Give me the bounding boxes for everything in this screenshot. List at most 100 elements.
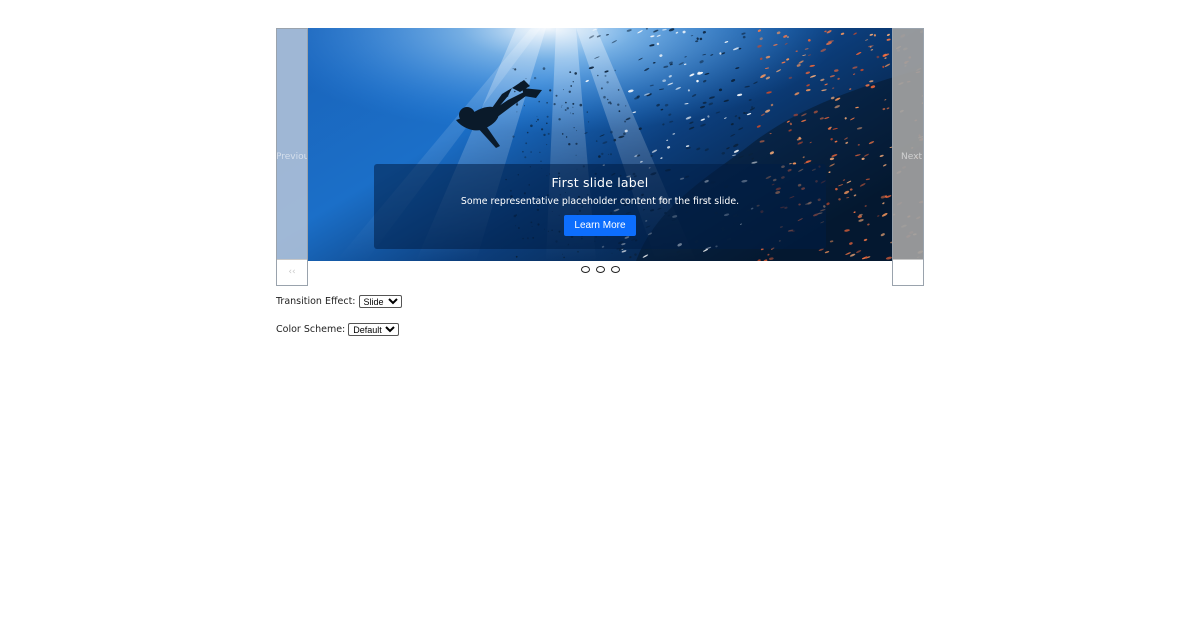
fish-speck [542, 67, 546, 70]
fish-speck [625, 105, 627, 107]
page: First slide label Some representative pl… [0, 0, 1200, 630]
fish-speck [522, 150, 524, 153]
fish-speck [573, 127, 575, 129]
fish-speck [564, 109, 567, 111]
fish-speck [530, 124, 533, 128]
fish-speck [598, 155, 601, 158]
fish-speck [610, 153, 612, 156]
fish-speck [619, 249, 621, 251]
fish-speck [606, 81, 609, 84]
fish-speck [560, 106, 562, 108]
fish-speck [555, 94, 558, 97]
fish-speck [575, 154, 577, 156]
fish-speck [515, 103, 519, 106]
fish-speck [586, 111, 588, 113]
fish-speck [514, 68, 517, 71]
fish-speck [537, 118, 539, 121]
fish-speck [579, 103, 583, 107]
carousel-next-button[interactable]: Next [892, 28, 924, 286]
fish-speck [565, 101, 567, 104]
fish-speck [575, 142, 578, 145]
fish-speck [512, 68, 514, 70]
fish-speck [546, 122, 548, 125]
fish-speck [515, 255, 518, 258]
next-control-footer [893, 259, 923, 285]
fish-speck [624, 120, 627, 123]
fish-speck [568, 143, 571, 146]
indicator-1[interactable] [580, 266, 590, 273]
fish-speck [516, 111, 518, 113]
slide-title: First slide label [551, 175, 649, 190]
fish-speck [558, 118, 561, 121]
fish-speck [604, 74, 607, 77]
fish-speck [600, 87, 603, 90]
fish-speck [595, 140, 598, 142]
fish-speck [601, 152, 604, 156]
transition-effect-label: Transition Effect: [276, 296, 356, 307]
fish-speck [524, 156, 527, 159]
fish-speck [526, 131, 529, 134]
fish-speck [611, 252, 613, 254]
fish-speck [576, 130, 577, 132]
carousel: First slide label Some representative pl… [276, 28, 924, 286]
fish-speck [525, 142, 528, 145]
fish-speck [536, 116, 538, 117]
fish-speck [609, 102, 612, 105]
fish-speck [610, 130, 613, 134]
color-scheme-label: Color Scheme: [276, 324, 346, 335]
chevron-left-icon: ‹‹ [288, 267, 296, 277]
fish-speck [535, 120, 537, 122]
fish-speck [623, 132, 626, 136]
fish-speck [512, 135, 515, 138]
fish-speck [618, 110, 621, 113]
fish-speck [577, 250, 579, 253]
fish-speck [569, 71, 572, 73]
learn-more-button[interactable]: Learn More [564, 215, 636, 236]
fish-speck [587, 121, 590, 123]
fish-speck [617, 89, 620, 91]
fish-speck [514, 90, 516, 93]
fish-speck [617, 103, 620, 106]
slide-text: Some representative placeholder content … [460, 196, 740, 207]
indicator-2[interactable] [595, 266, 605, 273]
fish-speck [570, 85, 573, 87]
prev-label: Previous [276, 152, 307, 162]
fish-speck [561, 104, 563, 106]
fish-speck [525, 78, 527, 80]
fish-speck [566, 107, 569, 110]
fish-speck [547, 132, 550, 135]
fish-speck [543, 133, 546, 137]
fish-speck [597, 74, 599, 77]
carousel-caption: First slide label Some representative pl… [374, 164, 826, 249]
fish-speck [572, 81, 574, 83]
fish-speck [549, 89, 552, 92]
fish-speck [572, 113, 574, 115]
next-label: Next [901, 152, 922, 162]
fish-speck [603, 95, 606, 99]
fish-speck [574, 72, 577, 75]
transition-effect-row: Transition Effect: Slide [276, 295, 402, 308]
fish-speck [540, 160, 542, 162]
color-scheme-row: Color Scheme: Default [276, 323, 400, 336]
fish-speck [570, 112, 571, 114]
fish-speck [608, 153, 610, 155]
fish-speck [568, 90, 571, 93]
transition-effect-select[interactable]: Slide [358, 295, 402, 308]
fish-speck [538, 100, 540, 103]
fish-speck [562, 253, 563, 255]
fish-speck [613, 138, 617, 142]
fish-speck [565, 136, 568, 138]
fish-speck [530, 151, 532, 153]
fish-speck [572, 102, 575, 105]
carousel-indicators [276, 266, 924, 273]
fish-speck [561, 133, 564, 135]
fish-speck [533, 76, 537, 80]
fish-speck [546, 144, 548, 146]
fish-speck [539, 151, 541, 153]
indicator-3[interactable] [610, 266, 620, 273]
carousel-prev-button[interactable]: Previous ‹‹ [276, 28, 308, 286]
color-scheme-select[interactable]: Default [348, 323, 400, 336]
fish-speck [553, 103, 556, 106]
fish-speck [572, 106, 574, 108]
fish-speck [546, 102, 548, 104]
